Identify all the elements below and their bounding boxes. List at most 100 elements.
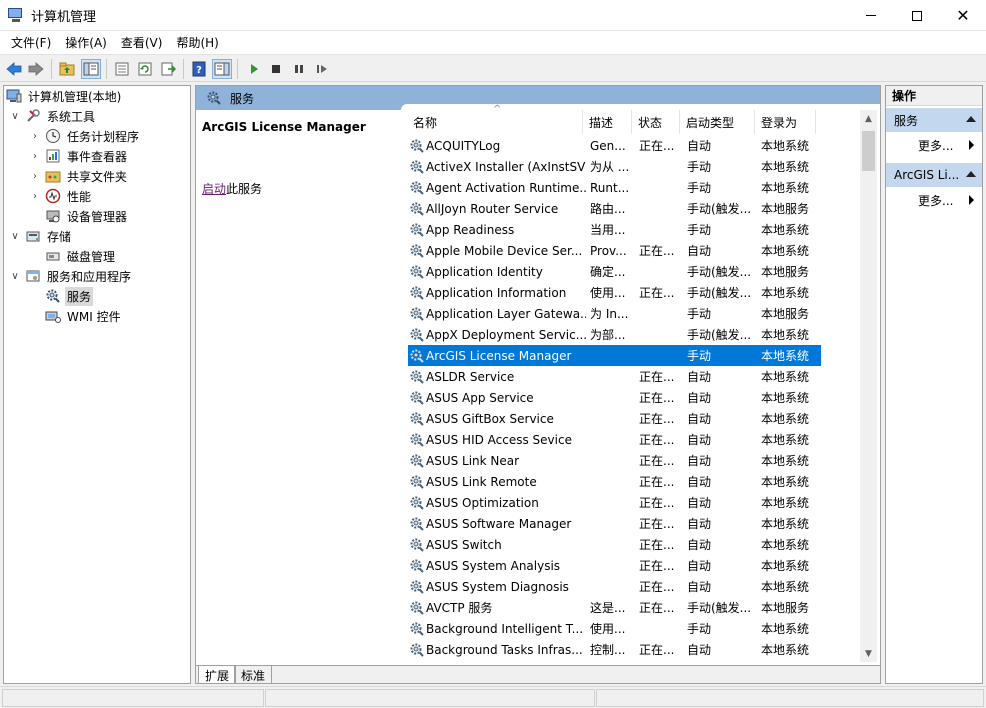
- actions-section-services[interactable]: 服务: [886, 108, 982, 132]
- collapse-up-icon[interactable]: [966, 116, 976, 122]
- tree-item[interactable]: ∨ 系统工具: [9, 106, 97, 126]
- service-row[interactable]: ASUS Link Remote 正在... 自动 本地系统: [408, 471, 821, 492]
- menu-view[interactable]: 查看(V): [114, 34, 170, 51]
- actions-section-arcgis[interactable]: ArcGIS Li...: [886, 163, 982, 187]
- service-description: 确定...: [590, 265, 626, 279]
- service-row[interactable]: AppX Deployment Servic... 为部... 手动(触发... 本地…: [408, 324, 821, 345]
- service-row[interactable]: ACQUITYLog Gen... 正在... 自动 本地系统: [408, 135, 821, 156]
- service-row[interactable]: App Readiness 当用... 手动 本地系统: [408, 219, 821, 240]
- column-header-log-on-as[interactable]: 登录为: [756, 110, 816, 134]
- stop-service-button[interactable]: [266, 59, 286, 79]
- service-row[interactable]: ActiveX Installer (AxInstSV) 为从 ... 手动 本地系统: [408, 156, 821, 177]
- service-row[interactable]: AVCTP 服务 这是... 正在... 手动(触发... 本地服务: [408, 597, 821, 618]
- service-gear-icon: [408, 242, 426, 260]
- service-gear-icon: [408, 389, 426, 407]
- service-gear-icon: [408, 578, 426, 596]
- resume-service-button[interactable]: [312, 59, 332, 79]
- service-row[interactable]: ASUS Optimization 正在... 自动 本地系统: [408, 492, 821, 513]
- column-header-description[interactable]: 描述: [584, 110, 632, 134]
- window-title: 计算机管理: [31, 9, 97, 25]
- collapsed-chevron-icon[interactable]: ›: [29, 190, 41, 202]
- service-status: 正在...: [639, 643, 675, 657]
- properties-button[interactable]: [112, 59, 132, 79]
- service-row[interactable]: ASUS GiftBox Service 正在... 自动 本地系统: [408, 408, 821, 429]
- service-row[interactable]: ASUS System Analysis 正在... 自动 本地系统: [408, 555, 821, 576]
- scroll-thumb[interactable]: [862, 131, 875, 171]
- service-log-on-as: 本地系统: [761, 286, 810, 300]
- service-name: ASUS System Analysis: [426, 558, 561, 573]
- tree-item[interactable]: 设备管理器: [29, 206, 129, 226]
- more-actions-arcgis[interactable]: 更多...: [886, 189, 982, 211]
- properties-icon: [115, 62, 129, 76]
- tree-item[interactable]: ∨ 存储: [9, 226, 73, 246]
- tree-item[interactable]: 计算机管理(本地): [6, 86, 123, 106]
- show-action-pane-button[interactable]: [212, 59, 232, 79]
- service-log-on-as: 本地系统: [761, 475, 810, 489]
- pane-title: 服务: [230, 91, 255, 106]
- maximize-button[interactable]: [894, 0, 940, 31]
- service-description: 为部...: [590, 328, 626, 342]
- show-hide-tree-icon: [83, 62, 99, 76]
- collapsed-chevron-icon[interactable]: ›: [29, 150, 41, 162]
- service-row[interactable]: ASUS App Service 正在... 自动 本地系统: [408, 387, 821, 408]
- service-row[interactable]: ASLDR Service 正在... 自动 本地系统: [408, 366, 821, 387]
- service-row[interactable]: Background Intelligent T... 使用... 手动 本地系统: [408, 618, 821, 639]
- tab-standard[interactable]: 标准: [234, 666, 273, 683]
- scroll-down-icon[interactable]: ▼: [860, 645, 877, 662]
- tree-item[interactable]: 磁盘管理: [29, 246, 117, 266]
- column-header-status[interactable]: 状态: [633, 110, 680, 134]
- menu-action[interactable]: 操作(A): [58, 34, 114, 51]
- service-status: 正在...: [639, 244, 675, 258]
- start-service-link[interactable]: 启动: [202, 182, 226, 196]
- forward-button[interactable]: [26, 59, 46, 79]
- collapsed-chevron-icon[interactable]: ›: [29, 170, 41, 182]
- collapse-up-icon[interactable]: [966, 171, 976, 177]
- menu-help[interactable]: 帮助(H): [169, 34, 225, 51]
- tree-item[interactable]: 服务: [29, 286, 94, 306]
- tree-item[interactable]: ∨ 服务和应用程序: [9, 266, 133, 286]
- service-row[interactable]: Apple Mobile Device Ser... Prov... 正在... 自动…: [408, 240, 821, 261]
- service-description: 使用...: [590, 286, 626, 300]
- service-row[interactable]: ASUS HID Access Sevice 正在... 自动 本地系统: [408, 429, 821, 450]
- service-row[interactable]: ASUS System Diagnosis 正在... 自动 本地系统: [408, 576, 821, 597]
- vertical-scrollbar[interactable]: ▲ ▼: [860, 110, 877, 662]
- service-row[interactable]: ASUS Switch 正在... 自动 本地系统: [408, 534, 821, 555]
- minimize-button[interactable]: [848, 0, 894, 31]
- column-header-name[interactable]: 名称: [408, 110, 583, 134]
- service-name: ASUS Software Manager: [426, 516, 572, 531]
- refresh-button[interactable]: [135, 59, 155, 79]
- tab-extended[interactable]: 扩展: [198, 666, 237, 683]
- up-folder-button[interactable]: [57, 59, 77, 79]
- show-hide-tree-button[interactable]: [81, 59, 101, 79]
- tree-item[interactable]: › 任务计划程序: [29, 126, 141, 146]
- service-row[interactable]: AllJoyn Router Service 路由... 手动(触发... 本地服务: [408, 198, 821, 219]
- more-actions-services[interactable]: 更多...: [886, 134, 982, 156]
- help-button[interactable]: ?: [189, 59, 209, 79]
- tree-item[interactable]: › 共享文件夹: [29, 166, 129, 186]
- tree-item[interactable]: › 事件查看器: [29, 146, 129, 166]
- expanded-chevron-icon[interactable]: ∨: [9, 110, 21, 122]
- tree-item[interactable]: WMI 控件: [29, 306, 123, 326]
- expanded-chevron-icon[interactable]: ∨: [9, 270, 21, 282]
- close-button[interactable]: ✕: [940, 0, 986, 31]
- menu-file[interactable]: 文件(F): [4, 34, 58, 51]
- service-row[interactable]: ArcGIS License Manager 手动 本地系统: [408, 345, 821, 366]
- service-row[interactable]: Application Information 使用... 正在... 手动(触发..…: [408, 282, 821, 303]
- expanded-chevron-icon[interactable]: ∨: [9, 230, 21, 242]
- selected-service-name: ArcGIS License Manager: [202, 120, 366, 134]
- service-row[interactable]: Application Layer Gatewa... 为 In... 手动 本地服务: [408, 303, 821, 324]
- export-list-button[interactable]: [158, 59, 178, 79]
- collapsed-chevron-icon[interactable]: ›: [29, 130, 41, 142]
- service-row[interactable]: Application Identity 确定... 手动(触发... 本地服务: [408, 261, 821, 282]
- service-row[interactable]: ASUS Link Near 正在... 自动 本地系统: [408, 450, 821, 471]
- tree-item[interactable]: › 性能: [29, 186, 93, 206]
- pause-service-button[interactable]: [289, 59, 309, 79]
- start-service-button[interactable]: [244, 59, 264, 79]
- service-row[interactable]: ASUS Software Manager 正在... 自动 本地系统: [408, 513, 821, 534]
- service-row[interactable]: Agent Activation Runtime... Runt... 手动 本地系统: [408, 177, 821, 198]
- service-name: ACQUITYLog: [426, 138, 501, 153]
- back-button[interactable]: [4, 59, 24, 79]
- column-header-startup-type[interactable]: 启动类型: [681, 110, 755, 134]
- service-row[interactable]: Background Tasks Infras... 控制... 正在... 自动 本地…: [408, 639, 821, 660]
- scroll-up-icon[interactable]: ▲: [860, 110, 877, 127]
